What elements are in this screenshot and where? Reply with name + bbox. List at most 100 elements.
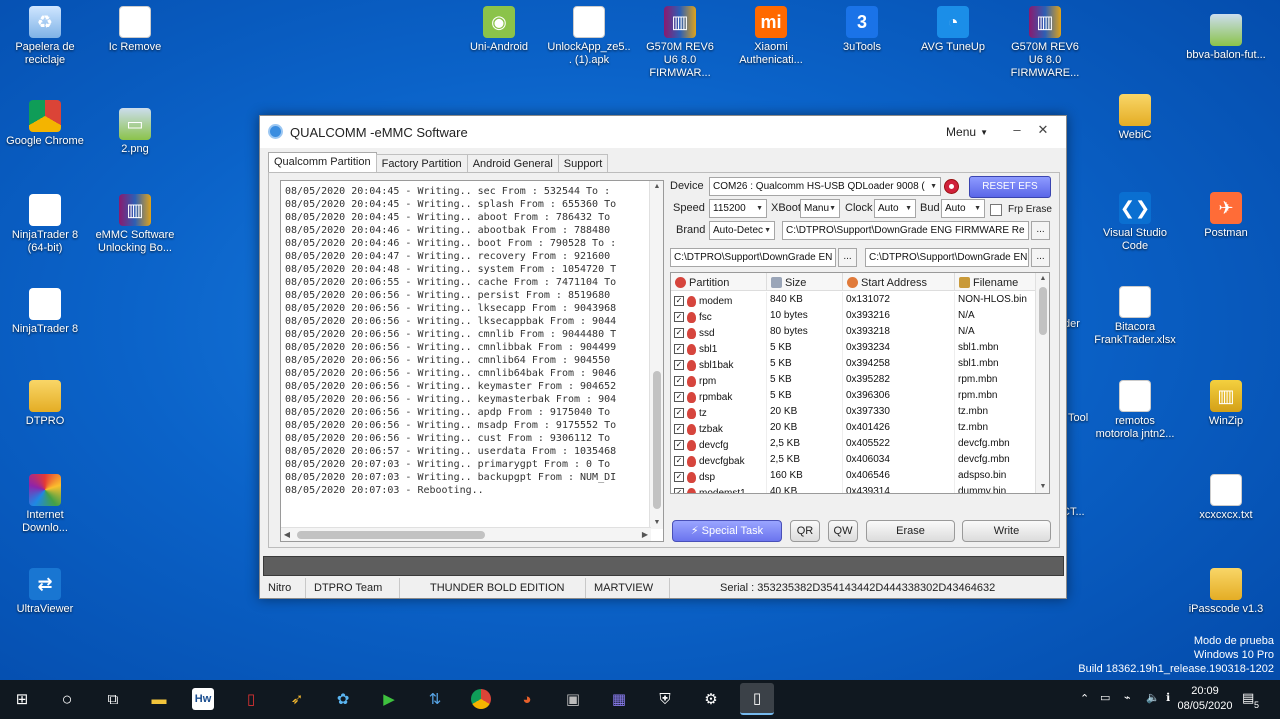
erase-button[interactable]: Erase [866, 520, 955, 542]
path-input-3[interactable]: C:\DTPRO\Support\DownGrade EN [865, 248, 1029, 267]
purple-app-icon[interactable]: ▦ [606, 686, 632, 712]
table-row[interactable]: ✓ modem 840 KB 0x131072 NON-HLOS.bin [671, 292, 1037, 308]
close-button[interactable]: ✕ [1032, 120, 1054, 140]
table-row[interactable]: ✓ rpmbak 5 KB 0x396306 rpm.mbn [671, 388, 1037, 404]
tab-android-general[interactable]: Android General [466, 154, 559, 173]
special-task-button[interactable]: ⚡ Special Task [672, 520, 782, 542]
header-filename[interactable]: Filename [955, 273, 1037, 290]
desktop-icon-bin[interactable]: ♻ Papelera de reciclaje [3, 6, 87, 67]
tray-date[interactable]: 08/05/2020 [1168, 700, 1242, 712]
transfer-app-icon[interactable]: ⇅ [422, 686, 448, 712]
desktop-icon-unlockapp[interactable]: UnlockApp_ze5... (1).apk [547, 6, 631, 67]
log-horizontal-scrollbar[interactable]: ◀ ▶ [281, 527, 651, 541]
scroll-thumb[interactable] [653, 371, 661, 509]
hscroll-thumb[interactable] [297, 531, 485, 539]
firmware-path-input[interactable]: C:\DTPRO\Support\DownGrade ENG FIRMWARE … [782, 221, 1029, 240]
shield-icon[interactable]: ⛨ [652, 686, 678, 712]
scroll-thumb[interactable] [1039, 287, 1047, 335]
header-size[interactable]: Size [767, 273, 843, 290]
menu-button[interactable]: Menu [946, 125, 988, 139]
log-output[interactable]: 08/05/2020 20:04:45 - Writing.. sec From… [280, 180, 664, 542]
device-select[interactable]: COM26 : Qualcomm HS-USB QDLoader 9008 ( [709, 177, 941, 196]
desktop-icon-postman[interactable]: ✈ Postman [1184, 192, 1268, 240]
table-row[interactable]: ✓ sbl1bak 5 KB 0x394258 sbl1.mbn [671, 356, 1037, 372]
tray-volume-icon[interactable]: 🔈 [1146, 691, 1160, 704]
search-circle-icon[interactable]: ○ [54, 686, 80, 712]
scroll-up-icon[interactable]: ▲ [1036, 273, 1049, 285]
file-explorer-icon[interactable]: ▬ [146, 686, 172, 712]
task-view-icon[interactable]: ⧉ [100, 686, 126, 712]
desktop-icon-g570b[interactable]: ▥ G570M REV6 U6 8.0 FIRMWARE... [1003, 6, 1087, 80]
table-row[interactable]: ✓ tzbak 20 KB 0x401426 tz.mbn [671, 420, 1037, 436]
partition-table[interactable]: Partition Size Start Address Filename ✓ m… [670, 272, 1050, 494]
scroll-down-icon[interactable]: ▼ [1036, 481, 1049, 493]
start-windows-icon[interactable]: ⊞ [9, 686, 35, 712]
table-vertical-scrollbar[interactable]: ▲ ▼ [1035, 273, 1049, 493]
row-checkbox[interactable]: ✓ [674, 392, 684, 402]
desktop-icon-ninja64[interactable]: 8 NinjaTrader 8 (64-bit) [3, 194, 87, 255]
table-row[interactable]: ✓ modemst1 40 KB 0x439314 dummy.bin [671, 484, 1037, 493]
table-row[interactable]: ✓ devcfgbak 2,5 KB 0x406034 devcfg.mbn [671, 452, 1037, 468]
brand-select[interactable]: Auto-Detec [709, 221, 775, 240]
tab-qualcomm-partition[interactable]: Qualcomm Partition [268, 152, 377, 173]
desktop-icon-png[interactable]: ▭ 2.png [93, 108, 177, 156]
desktop-icon-webic[interactable]: WebiC [1093, 94, 1177, 142]
table-row[interactable]: ✓ tz 20 KB 0x397330 tz.mbn [671, 404, 1037, 420]
play-store-icon[interactable]: ▶ [376, 686, 402, 712]
row-checkbox[interactable]: ✓ [674, 312, 684, 322]
speed-select[interactable]: 115200 [709, 199, 767, 218]
desktop-icon-bbva[interactable]: bbva-balon-fut... [1184, 14, 1268, 62]
desktop-icon-ipass[interactable]: iPasscode v1.3 [1184, 568, 1268, 616]
table-row[interactable]: ✓ rpm 5 KB 0x395282 rpm.mbn [671, 372, 1037, 388]
scroll-up-icon[interactable]: ▲ [650, 181, 663, 193]
header-partition[interactable]: Partition [671, 273, 767, 290]
notification-icon[interactable]: ▤ [1242, 690, 1254, 706]
row-checkbox[interactable]: ✓ [674, 472, 684, 482]
bird-app-icon[interactable]: ➶ [284, 686, 310, 712]
header-start-address[interactable]: Start Address [843, 273, 955, 290]
printer-icon[interactable]: ▣ [560, 686, 586, 712]
row-checkbox[interactable]: ✓ [674, 376, 684, 386]
desktop-icon-remotos[interactable]: ▦ remotos motorola jntn2... [1093, 380, 1177, 441]
partial-label-3[interactable]: Tool [1068, 412, 1098, 425]
reset-efs-button[interactable]: RESET EFS [969, 176, 1051, 198]
desktop-icon-xcx[interactable]: ≡ xcxcxcx.txt [1184, 474, 1268, 522]
row-checkbox[interactable]: ✓ [674, 328, 684, 338]
table-row[interactable]: ✓ devcfg 2,5 KB 0x405522 devcfg.mbn [671, 436, 1037, 452]
hw-app-icon[interactable]: Hw [192, 688, 214, 710]
tray-network-icon[interactable]: ⌁ [1124, 691, 1131, 704]
row-checkbox[interactable]: ✓ [674, 296, 684, 306]
bud-select[interactable]: Auto [941, 199, 985, 218]
desktop-icon-winzip[interactable]: ▥ WinZip [1184, 380, 1268, 428]
path-input-2[interactable]: C:\DTPRO\Support\DownGrade EN [670, 248, 836, 267]
clock-select[interactable]: Auto [874, 199, 916, 218]
table-row[interactable]: ✓ dsp 160 KB 0x406546 adspso.bin [671, 468, 1037, 484]
write-button[interactable]: Write [962, 520, 1051, 542]
tab-factory-partition[interactable]: Factory Partition [375, 154, 468, 173]
row-checkbox[interactable]: ✓ [674, 408, 684, 418]
tray-clock[interactable]: 20:09 [1185, 685, 1225, 697]
desktop-icon-3utools[interactable]: 3 3uTools [820, 6, 904, 54]
browse-button-3[interactable]: ... [1031, 248, 1050, 267]
desktop-icon-chrome[interactable]: Google Chrome [3, 100, 87, 148]
scroll-left-icon[interactable]: ◀ [281, 528, 293, 541]
settings-gear-icon[interactable]: ⚙ [698, 686, 724, 712]
tab-support[interactable]: Support [557, 154, 609, 173]
desktop-icon-icremove[interactable]: ▤ Ic Remove [93, 6, 177, 54]
desktop-icon-xiaomi[interactable]: mi Xiaomi Authenicati... [729, 6, 813, 67]
red-app-icon[interactable]: ▯ [238, 686, 264, 712]
row-checkbox[interactable]: ✓ [674, 440, 684, 450]
scroll-right-icon[interactable]: ▶ [639, 528, 651, 541]
network-app-icon[interactable]: ✿ [330, 686, 356, 712]
frp-erase-checkbox[interactable] [990, 204, 1002, 216]
desktop-icon-uniandroid[interactable]: ◉ Uni-Android [457, 6, 541, 54]
desktop-icon-ninja[interactable]: 8 NinjaTrader 8 [3, 288, 87, 336]
desktop-icon-emmc[interactable]: ▥ eMMC Software Unlocking Bo... [93, 194, 177, 255]
xboot-select[interactable]: Manu [800, 199, 840, 218]
row-checkbox[interactable]: ✓ [674, 360, 684, 370]
table-row[interactable]: ✓ fsc 10 bytes 0x393216 N/A [671, 308, 1037, 324]
desktop-icon-avg[interactable]: ◔ AVG TuneUp [911, 6, 995, 54]
chrome-taskbar-icon[interactable] [468, 686, 494, 712]
paint-app-icon[interactable]: ◕ [514, 686, 540, 712]
qr-button[interactable]: QR [790, 520, 820, 542]
